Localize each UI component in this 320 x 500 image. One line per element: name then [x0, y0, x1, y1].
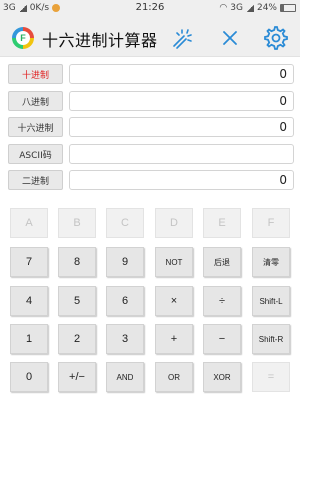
app-title: 十六进制计算器 [42, 31, 158, 50]
app-logo: F [12, 27, 34, 49]
key-button[interactable]: 1 [10, 324, 48, 354]
key-button[interactable]: 2 [58, 324, 96, 354]
mode-button[interactable]: 十六进制 [8, 117, 63, 137]
key-button[interactable]: 后退 [203, 247, 241, 277]
key-button[interactable]: NOT [155, 247, 193, 277]
signal-icon-right [245, 4, 254, 12]
key-button[interactable]: D [155, 208, 193, 238]
mode-value-field[interactable] [69, 144, 294, 164]
mode-button[interactable]: 八进制 [8, 91, 63, 111]
key-button[interactable]: 3 [106, 324, 144, 354]
key-button[interactable]: ÷ [203, 286, 241, 316]
status-bar: 3G 0K/s 21:26 ◠ 3G 24% [0, 0, 300, 18]
mode-value-field[interactable]: 0 [69, 170, 294, 190]
mode-button[interactable]: 二进制 [8, 170, 63, 190]
key-button[interactable]: Shift-L [252, 286, 290, 316]
mode-row: 二进制 0 [8, 170, 294, 190]
mode-row: 十进制 0 [8, 64, 294, 84]
network-indicator-right: 3G [230, 3, 243, 13]
battery-percent: 24% [256, 3, 277, 13]
status-right: ◠ 3G 24% [219, 3, 296, 13]
key-button[interactable]: A [10, 208, 48, 238]
key-button[interactable]: AND [106, 362, 144, 392]
key-button[interactable]: 5 [58, 286, 96, 316]
mode-row: 八进制 0 [8, 91, 294, 111]
key-button[interactable]: 7 [10, 247, 48, 277]
key-button[interactable]: + [155, 324, 193, 354]
key-button[interactable]: OR [155, 362, 193, 392]
mode-row: 十六进制 0 [8, 117, 294, 137]
settings-gear-icon[interactable] [262, 24, 290, 52]
key-button[interactable]: 6 [106, 286, 144, 316]
title-bar: F 十六进制计算器 [0, 18, 300, 57]
key-button[interactable]: = [252, 362, 290, 392]
mode-button[interactable]: ASCII码 [8, 144, 63, 164]
key-button[interactable]: E [203, 208, 241, 238]
key-button[interactable]: 4 [10, 286, 48, 316]
mode-value-field[interactable]: 0 [69, 91, 294, 111]
close-icon[interactable] [216, 24, 244, 52]
key-button[interactable]: 8 [58, 247, 96, 277]
key-button[interactable]: F [252, 208, 290, 238]
logo-letter: F [16, 31, 30, 45]
mode-value-field[interactable]: 0 [69, 117, 294, 137]
key-button[interactable]: B [58, 208, 96, 238]
key-button[interactable]: 清零 [252, 247, 290, 277]
key-button[interactable]: Shift-R [252, 324, 290, 354]
key-button[interactable]: +/− [58, 362, 96, 392]
mode-row: ASCII码 [8, 144, 294, 164]
mode-value-field[interactable]: 0 [69, 64, 294, 84]
key-button[interactable]: 9 [106, 247, 144, 277]
mode-button[interactable]: 十进制 [8, 64, 63, 84]
key-button[interactable]: × [155, 286, 193, 316]
key-button[interactable]: − [203, 324, 241, 354]
key-button[interactable]: 0 [10, 362, 48, 392]
key-button[interactable]: C [106, 208, 144, 238]
wifi-icon: ◠ [219, 3, 228, 13]
clean-icon[interactable] [168, 24, 196, 52]
battery-icon [280, 4, 296, 12]
key-button[interactable]: XOR [203, 362, 241, 392]
